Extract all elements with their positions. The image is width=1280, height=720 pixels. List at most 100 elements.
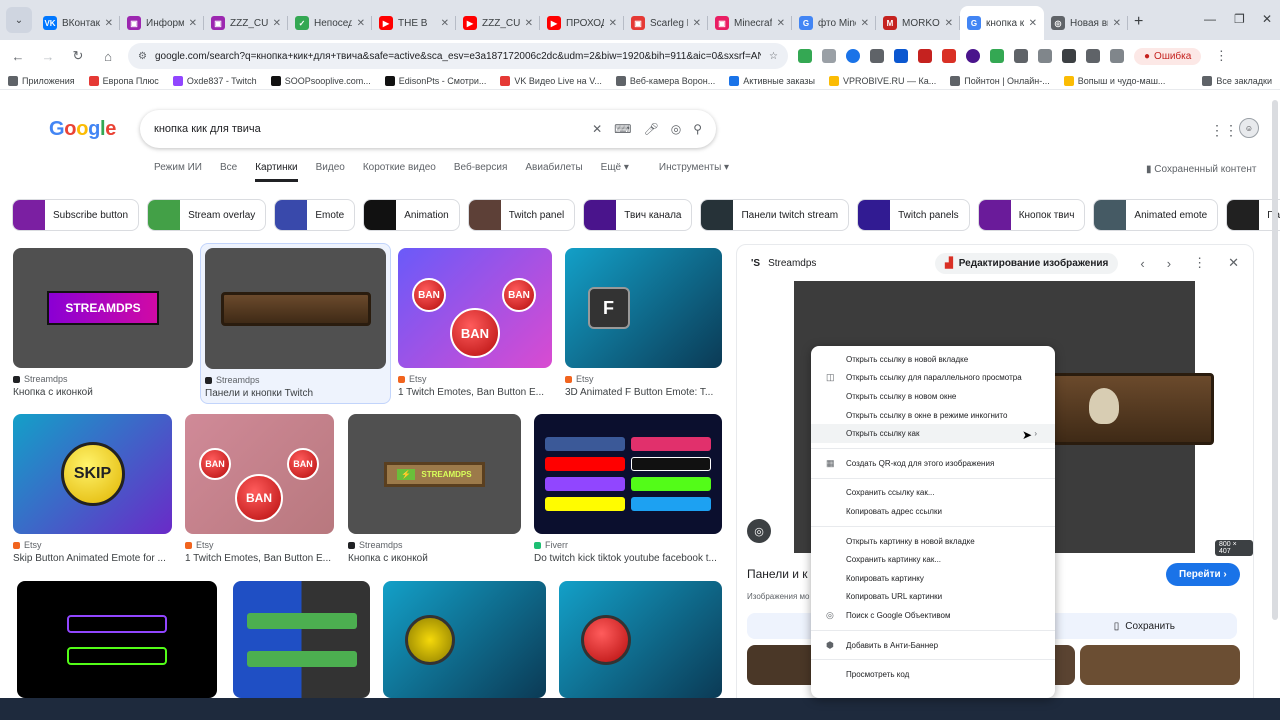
extension-icon[interactable] [894, 49, 908, 63]
browser-tab[interactable]: ▣ Scarleg Pl ✕ [624, 6, 708, 40]
tab-close-icon[interactable]: ✕ [357, 18, 365, 29]
prev-icon[interactable]: ‹ [1140, 256, 1144, 271]
context-menu-item[interactable]: Копировать картинку [811, 569, 1055, 588]
bookmark-item[interactable]: Вопыш и чудо-маш... [1063, 75, 1165, 86]
extension-icon[interactable] [870, 49, 884, 63]
edit-image-button[interactable]: ▟ Редактирование изображения [935, 252, 1119, 274]
image-result[interactable]: BAN BAN BAN Etsy 1 Twitch Emotes, Ban Bu… [398, 248, 552, 398]
tab-close-icon[interactable]: ✕ [945, 18, 953, 29]
tab-close-icon[interactable]: ✕ [1029, 18, 1037, 29]
site-info-icon[interactable]: ⚙ [138, 51, 147, 62]
new-tab-button[interactable]: + [1134, 13, 1143, 31]
related-search-chip[interactable]: Панели twitch stream [700, 199, 850, 231]
visit-button[interactable]: Перейти › [1166, 563, 1240, 586]
context-menu-item[interactable]: Сохранить ссылку как... [811, 484, 1055, 503]
context-menu-item[interactable]: Открыть ссылку в новой вкладке [811, 350, 1055, 369]
browser-tab[interactable]: M MORKOV ✕ [876, 6, 960, 40]
related-search-chip[interactable]: Subscribe button [12, 199, 140, 231]
browser-tab[interactable]: ▣ ZZZ_CUL ✕ [204, 6, 288, 40]
context-menu-item[interactable]: Открыть ссылку в окне в режиме инкогнито [811, 406, 1055, 425]
browser-tab[interactable]: ✓ Непосед ✕ [288, 6, 372, 40]
media-icon[interactable] [1110, 49, 1124, 63]
extension-icon[interactable] [942, 49, 956, 63]
panel-title[interactable]: Панели и к [747, 567, 808, 581]
tab-close-icon[interactable]: ✕ [693, 18, 701, 29]
maximize-icon[interactable]: ❐ [1234, 12, 1245, 26]
minimize-icon[interactable]: — [1204, 12, 1216, 26]
keyboard-icon[interactable]: ⌨ [614, 122, 631, 136]
tab-close-icon[interactable]: ✕ [273, 18, 281, 29]
tab-close-icon[interactable]: ✕ [441, 18, 449, 29]
reload-icon[interactable]: ↻ [68, 48, 88, 64]
extension-icon[interactable] [990, 49, 1004, 63]
bookmark-item[interactable]: Пойнтон | Онлайн-... [950, 75, 1050, 86]
image-result-selected[interactable]: Streamdps Панели и кнопки Twitch [200, 243, 391, 404]
image-result[interactable]: Fiverr Do twitch kick tiktok youtube fac… [534, 414, 722, 564]
browser-tab[interactable]: ▣ Minecraft ✕ [708, 6, 792, 40]
lens-icon[interactable]: ◎ [747, 519, 771, 543]
home-icon[interactable]: ⌂ [98, 49, 118, 64]
tab-close-icon[interactable]: ✕ [189, 18, 197, 29]
related-search-chip[interactable]: Emote [274, 199, 356, 231]
related-search-chip[interactable]: Twitch panel [467, 199, 576, 231]
image-result[interactable] [17, 581, 217, 698]
bookmark-item[interactable]: EdisonPts - Смотри... [384, 75, 486, 86]
related-search-chip[interactable]: Animated emote [1093, 199, 1219, 231]
tab-search-icon[interactable]: ⌄ [6, 7, 32, 33]
close-window-icon[interactable]: ✕ [1262, 12, 1272, 26]
google-logo[interactable]: Google [49, 118, 116, 141]
extension-icon[interactable] [918, 49, 932, 63]
image-result[interactable] [233, 581, 370, 698]
related-search-chip[interactable]: Twitch panels [857, 199, 970, 231]
tab-close-icon[interactable]: ✕ [1113, 18, 1121, 29]
browser-tab[interactable]: ▶ ПРОХОДИ ✕ [540, 6, 624, 40]
search-tab[interactable]: Веб-версия [454, 162, 508, 182]
context-menu-item[interactable]: Копировать URL картинки [811, 588, 1055, 607]
browser-tab[interactable]: Gфто Mine ✕ [792, 6, 876, 40]
browser-tab[interactable]: ◎ Новая вкл ✕ [1044, 6, 1128, 40]
lens-icon[interactable]: ◎ [671, 122, 681, 136]
context-menu-item[interactable]: Открыть картинку в новой вкладке [811, 532, 1055, 551]
bookmark-item[interactable]: VK Видео Live на V... [500, 75, 602, 86]
search-tab[interactable]: Инструменты ▾ [659, 162, 729, 182]
bookmark-item[interactable]: Веб-камера Ворон... [615, 75, 715, 86]
tab-close-icon[interactable]: ✕ [525, 18, 533, 29]
more-icon[interactable]: ⋮ [1193, 255, 1206, 271]
side-panel-icon[interactable] [1062, 49, 1076, 63]
search-input[interactable]: кнопка кик для твича ✕ ⌨ 🎤︎ ◎ ⚲ [140, 110, 716, 148]
bookmark-item[interactable]: SOOPsooplive.com... [270, 75, 371, 86]
tab-close-icon[interactable]: ✕ [777, 18, 785, 29]
forward-icon[interactable]: → [38, 49, 58, 64]
search-tab[interactable]: Все [220, 162, 237, 182]
context-menu-item[interactable]: ▦ Создать QR-код для этого изображения [811, 454, 1055, 473]
extension-icon[interactable] [966, 49, 980, 63]
saved-content-link[interactable]: ▮ Сохраненный контент [1146, 164, 1256, 175]
all-bookmarks-button[interactable]: Все закладки [1202, 75, 1272, 86]
search-tab[interactable]: Авиабилеты [525, 162, 582, 182]
image-result[interactable]: STREAMDPS Streamdps Кнопка с иконкой [13, 248, 193, 398]
bookmark-star-icon[interactable]: ☆ [769, 51, 778, 62]
browser-tab[interactable]: ▣ Информ ✕ [120, 6, 204, 40]
back-icon[interactable]: ← [8, 49, 28, 64]
menu-kebab-icon[interactable]: ⋮ [1211, 48, 1231, 64]
context-menu-item[interactable]: Открыть ссылку как › [811, 424, 1055, 443]
bookmark-item[interactable]: Приложения [8, 75, 75, 86]
panel-source[interactable]: Streamdps [768, 258, 816, 269]
tab-close-icon[interactable]: ✕ [609, 18, 617, 29]
browser-tab[interactable]: VK ВКонтакте ✕ [36, 6, 120, 40]
browser-tab[interactable]: ▶ ZZZ_CUL ✕ [456, 6, 540, 40]
related-image[interactable] [1080, 645, 1240, 685]
browser-tab[interactable]: Gкнопка ки ✕ [960, 6, 1044, 40]
profile-error-button[interactable]: ● Ошибка [1134, 47, 1202, 65]
clear-icon[interactable]: ✕ [592, 122, 602, 136]
microphone-icon[interactable]: 🎤︎ [643, 122, 658, 136]
search-tab[interactable]: Режим ИИ [154, 162, 202, 182]
extension-icon[interactable] [846, 49, 860, 63]
page-scrollbar[interactable] [1272, 100, 1278, 620]
image-result[interactable]: BAN BAN BAN Etsy 1 Twitch Emotes, Ban Bu… [185, 414, 334, 564]
image-result[interactable]: F Etsy 3D Animated F Button Emote: T... [565, 248, 722, 398]
context-menu-item[interactable]: ◎ Поиск с Google Объективом [811, 606, 1055, 625]
related-search-chip[interactable]: Animation [363, 199, 460, 231]
address-bar[interactable]: ⚙ google.com/search?q=кнопка+кик+для+тви… [128, 43, 788, 69]
bookmark-item[interactable]: Активные заказы [729, 75, 815, 86]
